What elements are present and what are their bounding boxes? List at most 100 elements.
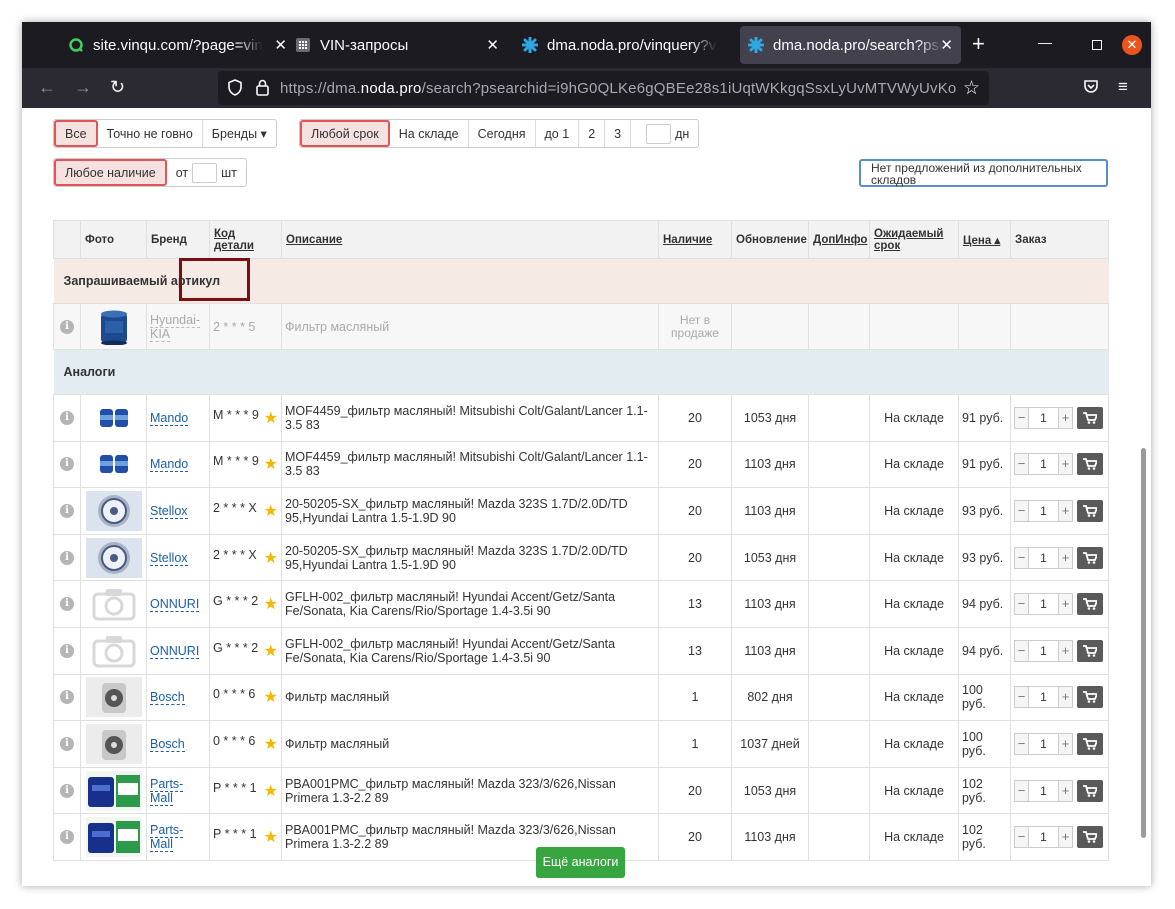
quantity-input[interactable]: 1 — [1029, 779, 1058, 802]
url-text[interactable]: https://dma.noda.pro/search?psearchid=i9… — [280, 80, 960, 97]
add-to-cart-button[interactable] — [1077, 639, 1103, 662]
product-photo[interactable] — [85, 723, 142, 764]
filter-brands-dropdown[interactable]: Бренды ▾ — [203, 120, 276, 147]
decrement-button[interactable]: − — [1014, 639, 1029, 662]
maximize-button[interactable] — [1092, 40, 1102, 50]
increment-button[interactable]: + — [1058, 499, 1073, 522]
star-icon[interactable]: ★ — [264, 734, 278, 754]
stock-qty-input[interactable] — [192, 162, 218, 183]
col-stock[interactable]: Наличие — [658, 220, 732, 259]
increment-button[interactable]: + — [1058, 732, 1073, 755]
info-icon[interactable]: i — [60, 457, 74, 472]
quantity-input[interactable]: 1 — [1029, 639, 1058, 662]
product-photo[interactable] — [85, 770, 142, 811]
brand-link[interactable]: Parts-Mall — [150, 776, 184, 806]
back-icon[interactable]: ← — [38, 76, 56, 98]
brand-link[interactable]: ONNURI — [150, 597, 200, 613]
brand-link[interactable]: Bosch — [150, 690, 185, 706]
decrement-button[interactable]: − — [1014, 826, 1029, 849]
info-icon[interactable]: i — [60, 643, 74, 658]
brand-link[interactable]: Mando — [150, 457, 189, 473]
star-icon[interactable]: ★ — [264, 454, 278, 474]
info-icon[interactable]: i — [60, 550, 74, 565]
pocket-icon[interactable] — [1083, 79, 1099, 98]
close-tab-icon[interactable]: ✕ — [274, 36, 287, 54]
forward-icon[interactable]: → — [74, 76, 92, 98]
info-icon[interactable]: i — [60, 690, 74, 705]
decrement-button[interactable]: − — [1014, 779, 1029, 802]
close-tab-icon[interactable]: ✕ — [940, 36, 953, 54]
brand-link[interactable]: Stellox — [150, 503, 188, 519]
quantity-input[interactable]: 1 — [1029, 406, 1058, 429]
product-photo[interactable] — [86, 399, 142, 437]
col-price[interactable]: Цена ▴ — [958, 220, 1011, 259]
quantity-input[interactable]: 1 — [1029, 453, 1058, 476]
decrement-button[interactable]: − — [1014, 593, 1029, 616]
product-photo[interactable] — [85, 677, 142, 718]
decrement-button[interactable]: − — [1014, 453, 1029, 476]
decrement-button[interactable]: − — [1014, 499, 1029, 522]
increment-button[interactable]: + — [1058, 826, 1073, 849]
info-icon[interactable]: i — [60, 503, 74, 518]
menu-icon[interactable]: ≡ — [1118, 77, 1128, 97]
increment-button[interactable]: + — [1058, 406, 1073, 429]
product-photo[interactable] — [85, 817, 142, 858]
increment-button[interactable]: + — [1058, 686, 1073, 709]
decrement-button[interactable]: − — [1014, 546, 1029, 569]
product-photo[interactable] — [86, 445, 142, 483]
add-to-cart-button[interactable] — [1077, 826, 1103, 849]
filter-2[interactable]: 2 — [579, 120, 606, 147]
tab-noda-search[interactable]: dma.noda.pro/search?pse ✕ — [740, 26, 961, 64]
add-to-cart-button[interactable] — [1077, 779, 1103, 802]
star-icon[interactable]: ★ — [264, 781, 278, 801]
new-tab-button[interactable]: + — [972, 32, 985, 56]
lock-icon[interactable] — [256, 79, 269, 99]
brand-link[interactable]: Parts-Mall — [150, 823, 184, 853]
add-to-cart-button[interactable] — [1077, 453, 1103, 476]
tab-vinqu[interactable]: site.vinqu.com/?page=vin ✕ — [68, 26, 295, 64]
decrement-button[interactable]: − — [1014, 732, 1029, 755]
quantity-input[interactable]: 1 — [1029, 546, 1058, 569]
star-icon[interactable]: ★ — [264, 408, 278, 428]
brand-link[interactable]: Bosch — [150, 736, 185, 752]
no-extra-offers-notice[interactable]: Нет предложений из дополнительных складо… — [859, 159, 1108, 187]
brand-link[interactable]: Stellox — [150, 550, 188, 566]
quantity-input[interactable]: 1 — [1029, 732, 1058, 755]
col-description[interactable]: Описание — [281, 220, 659, 259]
minimize-button[interactable]: — — [1038, 34, 1052, 50]
more-analogs-button[interactable]: Ещё аналоги — [536, 847, 625, 878]
info-icon[interactable]: i — [60, 319, 74, 334]
brand-link[interactable]: Hyundai-KIA — [150, 312, 201, 342]
filter-today[interactable]: Сегодня — [469, 120, 536, 147]
star-icon[interactable]: ★ — [264, 827, 278, 847]
tab-noda-vinquery[interactable]: dma.noda.pro/vinquery?v — [522, 26, 735, 64]
add-to-cart-button[interactable] — [1077, 499, 1103, 522]
increment-button[interactable]: + — [1058, 453, 1073, 476]
increment-button[interactable]: + — [1058, 639, 1073, 662]
reload-icon[interactable]: ↻ — [110, 76, 125, 98]
filter-in-stock[interactable]: На складе — [390, 120, 469, 147]
col-extra-info[interactable]: ДопИнфо — [808, 220, 870, 259]
add-to-cart-button[interactable] — [1077, 406, 1103, 429]
decrement-button[interactable]: − — [1014, 406, 1029, 429]
increment-button[interactable]: + — [1058, 546, 1073, 569]
product-photo[interactable] — [85, 537, 142, 578]
close-tab-icon[interactable]: ✕ — [486, 36, 499, 54]
info-icon[interactable]: i — [60, 830, 74, 845]
col-expected-term[interactable]: Ожидаемый срок — [869, 220, 959, 259]
star-icon[interactable]: ★ — [264, 641, 278, 661]
brand-link[interactable]: ONNURI — [150, 643, 200, 659]
brand-link[interactable]: Mando — [150, 410, 189, 426]
filter-all[interactable]: Все — [54, 120, 98, 147]
quantity-input[interactable]: 1 — [1029, 686, 1058, 709]
add-to-cart-button[interactable] — [1077, 546, 1103, 569]
days-input[interactable] — [646, 123, 672, 144]
star-icon[interactable]: ★ — [264, 687, 278, 707]
star-icon[interactable]: ★ — [264, 501, 278, 521]
quantity-input[interactable]: 1 — [1029, 826, 1058, 849]
decrement-button[interactable]: − — [1014, 686, 1029, 709]
add-to-cart-button[interactable] — [1077, 593, 1103, 616]
col-code[interactable]: Код детали — [209, 220, 282, 259]
filter-any-term[interactable]: Любой срок — [300, 120, 390, 147]
filter-3[interactable]: 3 — [605, 120, 632, 147]
